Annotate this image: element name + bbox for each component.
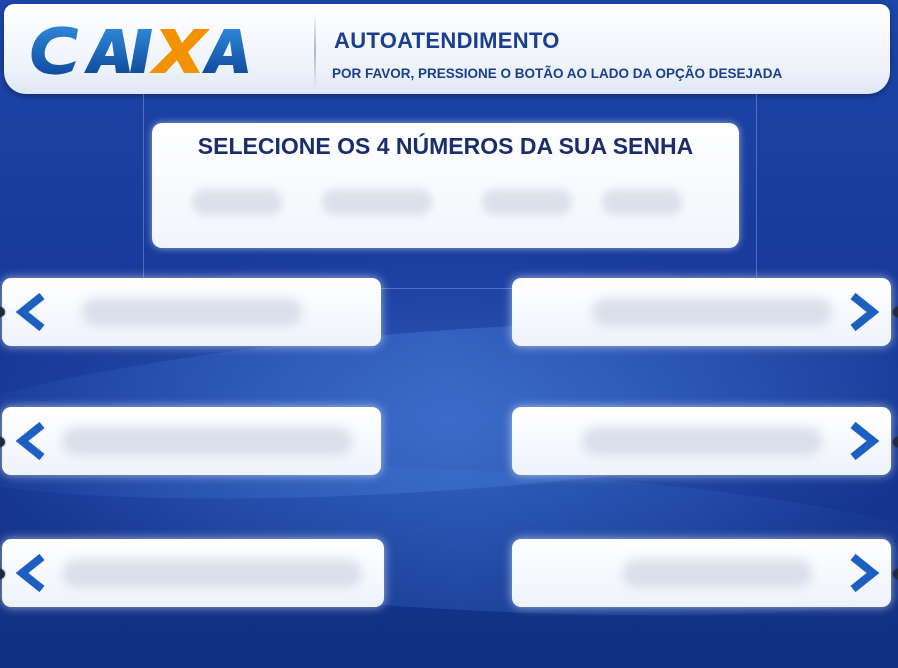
- chevron-left-icon: [14, 554, 50, 592]
- header-divider: [314, 12, 316, 90]
- prompt-panel: SELECIONE OS 4 NÚMEROS DA SUA SENHA: [152, 123, 739, 248]
- right-option-button-2[interactable]: [512, 407, 891, 475]
- caixa-logo: [26, 16, 296, 86]
- left-option-button-1[interactable]: [2, 278, 381, 346]
- atm-screen: AUTOATENDIMENTO POR FAVOR, PRESSIONE O B…: [0, 0, 898, 668]
- option-label: [622, 559, 812, 587]
- side-key-right-2[interactable]: [893, 437, 898, 447]
- option-label: [582, 427, 822, 455]
- left-option-button-3[interactable]: [2, 539, 384, 607]
- prompt-text: SELECIONE OS 4 NÚMEROS DA SUA SENHA: [197, 133, 694, 159]
- password-entry-area: [182, 179, 709, 231]
- chevron-right-icon: [845, 293, 881, 331]
- right-option-button-3[interactable]: [512, 539, 891, 607]
- option-label: [592, 298, 832, 326]
- chevron-right-icon: [845, 422, 881, 460]
- masked-digit: [322, 189, 432, 215]
- instruction-text: POR FAVOR, PRESSIONE O BOTÃO AO LADO DA …: [332, 66, 783, 81]
- side-key-right-1[interactable]: [893, 307, 898, 317]
- chevron-left-icon: [14, 422, 50, 460]
- masked-digit: [482, 189, 572, 215]
- header-bar: AUTOATENDIMENTO POR FAVOR, PRESSIONE O B…: [4, 4, 890, 94]
- page-title: AUTOATENDIMENTO: [334, 28, 560, 53]
- right-option-button-1[interactable]: [512, 278, 891, 346]
- chevron-left-icon: [14, 293, 50, 331]
- chevron-right-icon: [845, 554, 881, 592]
- option-label: [62, 559, 362, 587]
- left-option-button-2[interactable]: [2, 407, 381, 475]
- option-label: [82, 298, 302, 326]
- masked-digit: [192, 189, 282, 215]
- masked-digit: [602, 189, 682, 215]
- side-key-right-3[interactable]: [893, 569, 898, 579]
- option-label: [62, 427, 352, 455]
